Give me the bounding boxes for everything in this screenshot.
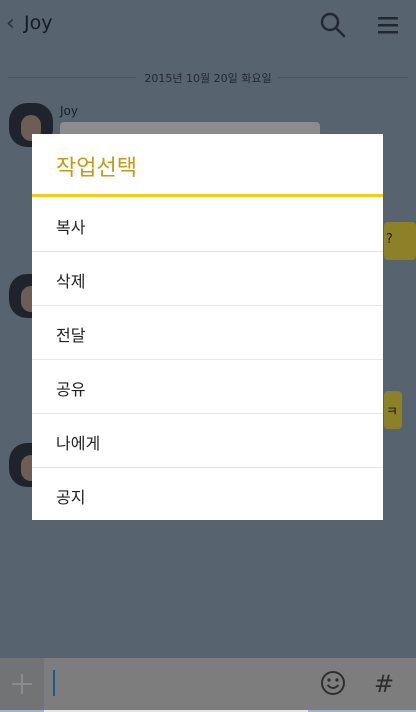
dialog-title-divider bbox=[32, 194, 383, 197]
action-select-dialog: 작업선택 복사 삭제 전달 공유 나에게 공지 bbox=[32, 134, 383, 520]
option-notice[interactable]: 공지 bbox=[32, 468, 383, 521]
option-label: 삭제 bbox=[56, 272, 86, 291]
option-label: 나에게 bbox=[56, 434, 101, 453]
option-to-me[interactable]: 나에게 bbox=[32, 414, 383, 468]
option-forward[interactable]: 전달 bbox=[32, 306, 383, 360]
option-label: 전달 bbox=[56, 326, 86, 345]
dialog-title: 작업선택 bbox=[56, 156, 137, 181]
option-label: 공유 bbox=[56, 380, 86, 399]
option-label: 공지 bbox=[56, 488, 86, 507]
option-share[interactable]: 공유 bbox=[32, 360, 383, 414]
option-delete[interactable]: 삭제 bbox=[32, 252, 383, 306]
chat-screen: ‹ Joy 2015년 10월 20일 화요일 Joy ? ㅋ # 작업선택 복… bbox=[0, 0, 416, 712]
option-label: 복사 bbox=[56, 218, 86, 237]
option-copy[interactable]: 복사 bbox=[32, 198, 383, 252]
